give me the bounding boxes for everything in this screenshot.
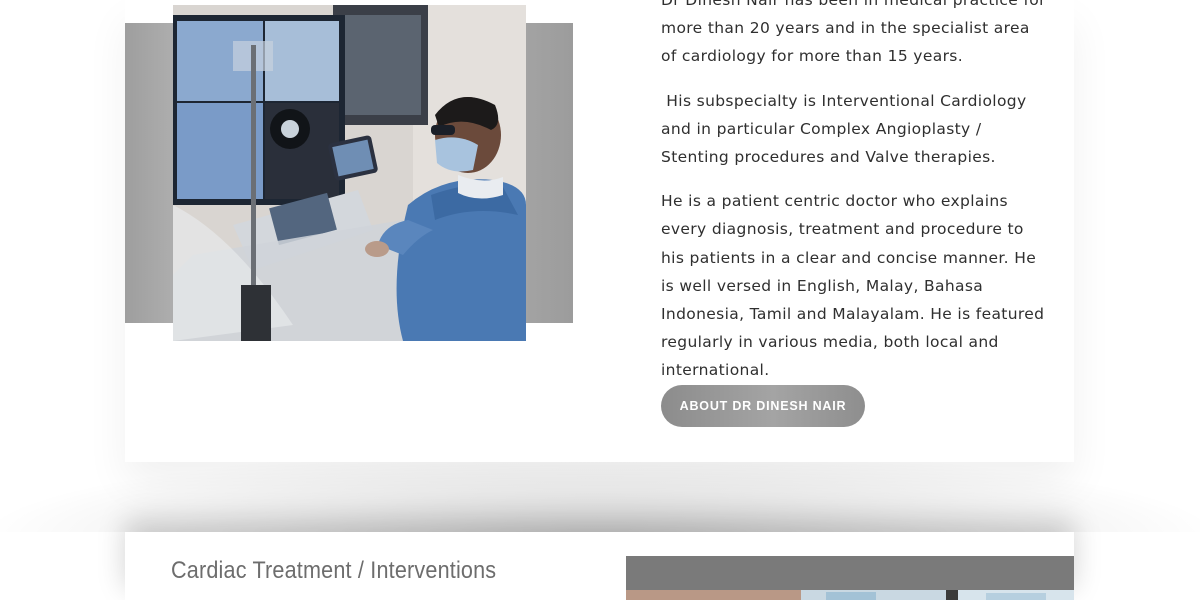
doctor-bio: Dr Dinesh Nair has been in medical pract… [661, 0, 1046, 401]
page: Dr Dinesh Nair has been in medical pract… [0, 0, 1200, 600]
about-doctor-card: Dr Dinesh Nair has been in medical pract… [125, 0, 1074, 462]
treatment-photo-backdrop [626, 556, 1074, 600]
section-title: Cardiac Treatment / Interventions [171, 557, 497, 584]
treatment-photo [626, 590, 1074, 600]
bio-paragraph: Dr Dinesh Nair has been in medical pract… [661, 0, 1046, 66]
doctor-photo [173, 5, 526, 341]
bio-paragraph: His subspecialty is Interventional Cardi… [661, 91, 1032, 167]
about-doctor-button[interactable]: ABOUT DR DINESH NAIR [661, 385, 865, 427]
treatment-card: Cardiac Treatment / Interventions [125, 532, 1074, 600]
section-gap [0, 462, 1200, 532]
bio-paragraph: He is a patient centric doctor who expla… [661, 192, 1045, 380]
